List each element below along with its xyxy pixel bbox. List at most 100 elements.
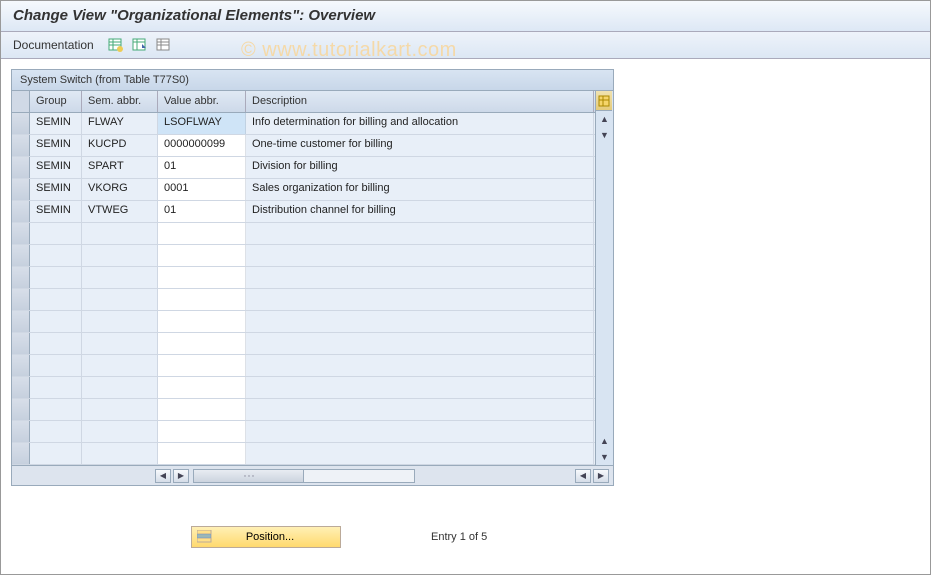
- cell-group: [30, 333, 82, 354]
- cell-desc: [246, 355, 594, 376]
- cell-group: [30, 377, 82, 398]
- row-selector[interactable]: [12, 157, 30, 178]
- page-title: Change View "Organizational Elements": O…: [13, 7, 375, 24]
- cell-group: [30, 267, 82, 288]
- cell-sem: [82, 355, 158, 376]
- entry-count-text: Entry 1 of 5: [431, 531, 487, 543]
- col-header-sem[interactable]: Sem. abbr.: [82, 91, 158, 112]
- cell-desc: [246, 289, 594, 310]
- scroll-up-small-icon[interactable]: ▲: [596, 433, 613, 449]
- data-grid: Group Sem. abbr. Value abbr. Description…: [12, 91, 595, 465]
- cell-sem: SPART: [82, 157, 158, 178]
- row-selector[interactable]: [12, 333, 30, 354]
- table-view-icon[interactable]: [156, 38, 172, 52]
- cell-desc: [246, 443, 594, 464]
- table-row: [12, 267, 595, 289]
- position-button[interactable]: Position...: [191, 526, 341, 548]
- row-selector[interactable]: [12, 245, 30, 266]
- row-selector[interactable]: [12, 399, 30, 420]
- col-header-group[interactable]: Group: [30, 91, 82, 112]
- cell-group: [30, 311, 82, 332]
- hscroll-left-icon[interactable]: ◀: [155, 469, 171, 483]
- table-export-icon[interactable]: [132, 38, 148, 52]
- row-selector[interactable]: [12, 179, 30, 200]
- cell-desc: Info determination for billing and alloc…: [246, 113, 594, 134]
- table-row: [12, 223, 595, 245]
- cell-val[interactable]: 01: [158, 157, 246, 178]
- table-row: [12, 311, 595, 333]
- cell-val[interactable]: [158, 311, 246, 332]
- cell-sem: VKORG: [82, 179, 158, 200]
- cell-sem: [82, 223, 158, 244]
- row-selector[interactable]: [12, 201, 30, 222]
- cell-val[interactable]: [158, 245, 246, 266]
- table-row: [12, 333, 595, 355]
- cell-val[interactable]: [158, 421, 246, 442]
- cell-sem: [82, 267, 158, 288]
- cell-val[interactable]: LSOFLWAY: [158, 113, 246, 134]
- cell-group: SEMIN: [30, 179, 82, 200]
- cell-val[interactable]: [158, 289, 246, 310]
- hscroll-thumb[interactable]: [194, 470, 304, 482]
- position-button-label: Position...: [218, 531, 336, 543]
- cell-group: [30, 421, 82, 442]
- row-selector[interactable]: [12, 135, 30, 156]
- cell-sem: [82, 421, 158, 442]
- row-selector[interactable]: [12, 267, 30, 288]
- cell-desc: [246, 245, 594, 266]
- col-header-desc[interactable]: Description: [246, 91, 594, 112]
- select-all-header[interactable]: [12, 91, 30, 112]
- cell-group: [30, 245, 82, 266]
- hscroll-track[interactable]: [193, 469, 415, 483]
- cell-sem: KUCPD: [82, 135, 158, 156]
- table-row: SEMIN SPART 01 Division for billing: [12, 157, 595, 179]
- table-row: [12, 443, 595, 465]
- cell-group: [30, 289, 82, 310]
- panel-title: System Switch (from Table T77S0): [12, 70, 613, 91]
- cell-desc: Distribution channel for billing: [246, 201, 594, 222]
- col-header-val[interactable]: Value abbr.: [158, 91, 246, 112]
- row-selector[interactable]: [12, 223, 30, 244]
- cell-sem: [82, 245, 158, 266]
- cell-group: SEMIN: [30, 201, 82, 222]
- position-bar: Position... Entry 1 of 5: [11, 526, 920, 548]
- table-panel: System Switch (from Table T77S0) Group S…: [11, 69, 614, 486]
- hscroll-right-step-icon[interactable]: ▶: [173, 469, 189, 483]
- cell-val[interactable]: [158, 223, 246, 244]
- cell-group: SEMIN: [30, 157, 82, 178]
- row-selector[interactable]: [12, 113, 30, 134]
- hscroll-right-end-icon[interactable]: ▶: [593, 469, 609, 483]
- row-selector[interactable]: [12, 311, 30, 332]
- config-column-icon[interactable]: [596, 91, 612, 111]
- scroll-up-icon[interactable]: ▲: [596, 111, 613, 127]
- cell-desc: Sales organization for billing: [246, 179, 594, 200]
- cell-val[interactable]: [158, 333, 246, 354]
- cell-val[interactable]: [158, 377, 246, 398]
- table-row: [12, 355, 595, 377]
- cell-val[interactable]: 0000000099: [158, 135, 246, 156]
- table-row: SEMIN KUCPD 0000000099 One-time customer…: [12, 135, 595, 157]
- documentation-label[interactable]: Documentation: [13, 38, 94, 52]
- table-row: SEMIN FLWAY LSOFLWAY Info determination …: [12, 113, 595, 135]
- cell-val[interactable]: [158, 443, 246, 464]
- table-row: [12, 245, 595, 267]
- vscroll-area: ▲ ▼ ▲ ▼: [595, 91, 613, 465]
- scroll-down-icon[interactable]: ▼: [596, 449, 613, 465]
- cell-val[interactable]: [158, 399, 246, 420]
- cell-val[interactable]: [158, 267, 246, 288]
- row-selector[interactable]: [12, 443, 30, 464]
- row-selector[interactable]: [12, 289, 30, 310]
- hscroll-left-end-icon[interactable]: ◀: [575, 469, 591, 483]
- table-row: SEMIN VTWEG 01 Distribution channel for …: [12, 201, 595, 223]
- scroll-down-small-icon[interactable]: ▼: [596, 127, 613, 143]
- cell-val[interactable]: 01: [158, 201, 246, 222]
- table-row: [12, 377, 595, 399]
- row-selector[interactable]: [12, 355, 30, 376]
- row-selector[interactable]: [12, 421, 30, 442]
- title-bar: Change View "Organizational Elements": O…: [1, 1, 930, 32]
- row-selector[interactable]: [12, 377, 30, 398]
- toolbar: Documentation: [1, 32, 930, 59]
- cell-val[interactable]: 0001: [158, 179, 246, 200]
- cell-val[interactable]: [158, 355, 246, 376]
- table-settings-icon[interactable]: [108, 38, 124, 52]
